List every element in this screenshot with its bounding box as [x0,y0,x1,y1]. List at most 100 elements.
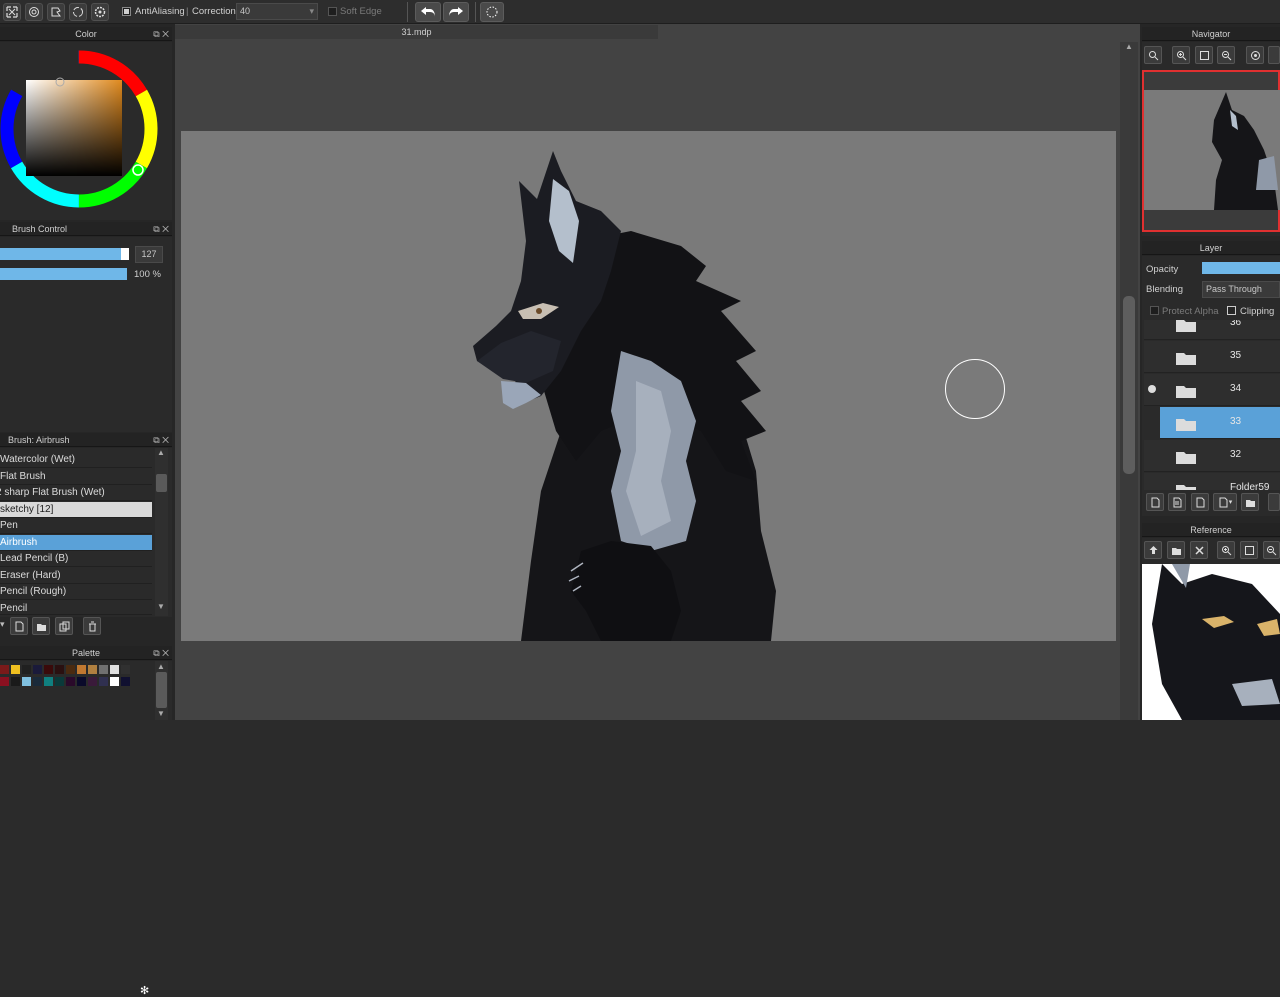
brush-item[interactable]: Pencil (Rough) [0,584,152,600]
palette-swatch[interactable] [0,665,9,674]
brush-list-scrollbar[interactable]: ▲ ▼ [155,448,168,616]
palette-swatch[interactable] [99,665,108,674]
scroll-up-icon[interactable]: ▲ [157,662,165,671]
brush-size-handle[interactable] [121,248,129,260]
redo-button[interactable] [443,2,469,22]
zoom-out-icon[interactable] [1217,46,1235,64]
canvas-scroll-thumb[interactable] [1123,296,1135,474]
select-all-icon[interactable] [3,3,21,21]
palette-swatch[interactable] [121,665,130,674]
brush-item[interactable]: Pencil [0,601,152,615]
brush-size-slider[interactable] [0,248,129,260]
deselect-button[interactable] [480,2,504,22]
layer-row[interactable]: 35 [1144,341,1280,373]
undo-button[interactable] [415,2,441,22]
brush-opacity-slider[interactable] [0,268,127,280]
fit-icon[interactable] [1195,46,1213,64]
palette-swatch[interactable] [33,665,42,674]
palette-swatch[interactable] [33,677,42,686]
brush-folder-button[interactable] [32,617,50,635]
palette-swatch[interactable] [77,665,86,674]
close-icon[interactable] [1190,541,1208,559]
brush-item-selected[interactable]: Airbrush [0,535,152,551]
duplicate-layer-button[interactable] [1268,493,1280,511]
new-brush-button[interactable] [10,617,28,635]
antialiasing-checkbox[interactable] [122,7,131,16]
panel-controls[interactable]: ⧉ ✕ [153,646,169,660]
layer-row[interactable]: 32 [1144,440,1280,472]
panel-controls[interactable]: ⧉ ✕ [153,27,169,41]
dropdown-arrow-icon[interactable]: ▾ [0,619,5,630]
color-wheel[interactable] [0,42,172,220]
scroll-thumb[interactable] [156,474,167,492]
brush-item[interactable]: Pen [0,518,152,534]
palette-swatch[interactable] [88,665,97,674]
gear-icon[interactable]: ✻ [140,984,149,997]
brush-item[interactable]: Flat Brush [0,469,152,485]
new-folder-button[interactable] [1241,493,1259,511]
layer-row[interactable]: Folder59 [1144,473,1280,490]
visibility-dot-icon[interactable] [1148,385,1156,393]
brush-item[interactable]: Lead Pencil (B) [0,551,152,567]
palette-swatch[interactable] [22,665,31,674]
brush-size-field[interactable]: 127 [135,246,163,263]
panel-controls[interactable]: ⧉ ✕ [153,433,169,447]
soft-edge-checkbox[interactable] [328,7,337,16]
layer-row[interactable]: 36 [1144,320,1280,340]
rotate-view-icon[interactable] [1246,46,1264,64]
scroll-up-icon[interactable]: ▲ [157,448,165,457]
document-tab[interactable]: 31.mdp [175,25,658,39]
flip-icon[interactable] [1268,46,1280,64]
rotate-icon[interactable] [69,3,87,21]
zoom-in-icon[interactable] [1217,541,1235,559]
clipping-checkbox[interactable] [1227,306,1236,315]
palette-swatch[interactable] [44,665,53,674]
navigator-preview[interactable] [1142,70,1280,232]
gear-icon[interactable] [91,3,109,21]
zoom-in-icon[interactable] [1172,46,1190,64]
scroll-thumb[interactable] [156,672,167,708]
scroll-down-icon[interactable]: ▼ [157,709,165,718]
duplicate-brush-button[interactable] [55,617,73,635]
zoom-icon[interactable] [1144,46,1162,64]
layer-row[interactable]: 34 [1144,374,1280,406]
panel-controls[interactable]: ⧉ ✕ [153,222,169,236]
palette-swatch[interactable] [55,677,64,686]
blending-select[interactable]: Pass Through [1202,281,1280,298]
layer-row-selected[interactable]: 33 [1160,407,1280,439]
palette-swatch[interactable] [77,677,86,686]
reference-image[interactable] [1142,564,1280,720]
delete-brush-button[interactable] [83,617,101,635]
scroll-up-icon[interactable]: ▲ [1125,42,1133,51]
brush-item[interactable]: Watercolor (Wet) [0,452,152,468]
scroll-down-icon[interactable]: ▼ [157,602,165,611]
palette-swatch[interactable] [44,677,53,686]
lasso-icon[interactable] [47,3,65,21]
palette-swatch[interactable] [88,677,97,686]
protect-alpha-checkbox[interactable] [1150,306,1159,315]
palette-swatch[interactable] [11,665,20,674]
new-layer-button[interactable] [1146,493,1164,511]
upload-icon[interactable] [1144,541,1162,559]
palette-swatch[interactable] [55,665,64,674]
palette-swatch[interactable] [66,665,75,674]
correction-select[interactable]: 40 ▾ [236,3,318,20]
add-layer-menu-button[interactable]: ▾ [1213,493,1237,511]
layer-opacity-slider[interactable] [1202,262,1280,274]
folder-icon[interactable] [1167,541,1185,559]
brush-item[interactable]: sketchy [12] [0,502,152,518]
new-layer-type-button[interactable] [1168,493,1186,511]
palette-scrollbar[interactable]: ▲ ▼ [155,661,168,720]
brush-item[interactable]: Eraser (Hard) [0,568,152,584]
palette-swatch[interactable] [110,677,119,686]
palette-swatch[interactable] [110,665,119,674]
new-raster-layer-button[interactable] [1191,493,1209,511]
zoom-out-icon[interactable] [1263,541,1280,559]
spiral-icon[interactable] [25,3,43,21]
fit-icon[interactable] [1240,541,1258,559]
palette-swatch[interactable] [99,677,108,686]
palette-swatch[interactable] [66,677,75,686]
palette-swatch[interactable] [22,677,31,686]
palette-swatch[interactable] [11,677,20,686]
palette-swatch[interactable] [121,677,130,686]
